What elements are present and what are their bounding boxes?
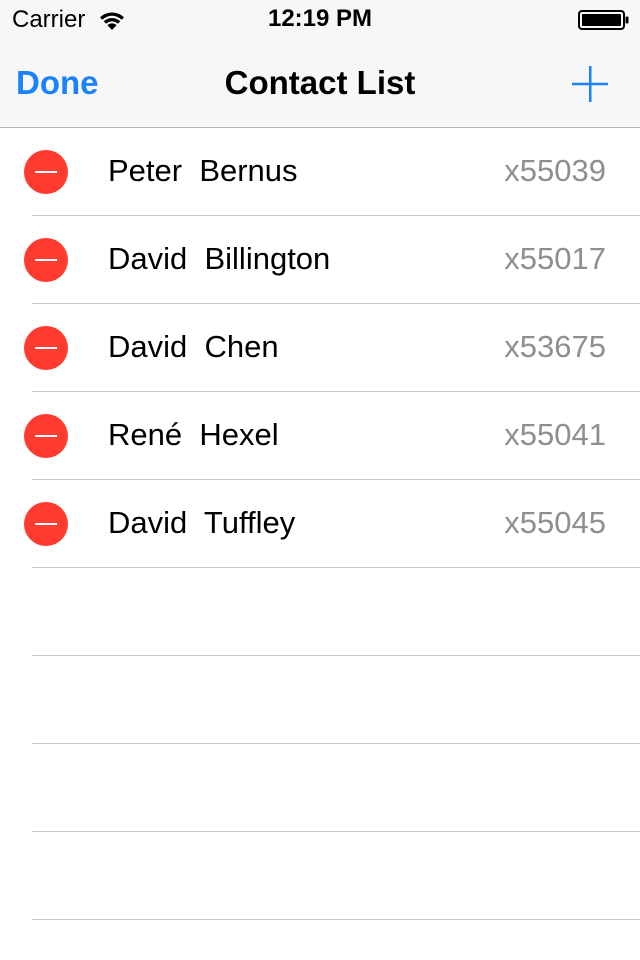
delete-icon[interactable] [24, 326, 68, 370]
navigation-bar: Done Contact List [0, 40, 640, 128]
contact-list: Peter Bernus x55039 David Billington x55… [0, 128, 640, 920]
delete-icon[interactable] [24, 150, 68, 194]
list-item[interactable]: David Chen x53675 [0, 304, 640, 392]
empty-row [0, 832, 640, 920]
contact-extension: x55045 [504, 505, 606, 540]
list-item[interactable]: Peter Bernus x55039 [0, 128, 640, 216]
contact-extension: x55039 [504, 153, 606, 188]
contact-extension: x55017 [504, 241, 606, 276]
done-button[interactable]: Done [16, 64, 99, 102]
contact-extension: x53675 [504, 329, 606, 364]
contact-name: David Billington [108, 241, 331, 276]
contact-name: David Chen [108, 329, 279, 364]
list-item[interactable]: David Tuffley x55045 [0, 480, 640, 568]
empty-row [0, 568, 640, 656]
contact-name: David Tuffley [108, 505, 296, 540]
delete-icon[interactable] [24, 238, 68, 282]
status-time: 12:19 PM [267, 5, 373, 32]
screen: Carrier 12:19 PM Done Contact List Peter… [0, 0, 640, 960]
contact-extension: x55041 [504, 417, 606, 452]
delete-icon[interactable] [24, 414, 68, 458]
empty-row [0, 656, 640, 744]
contact-name: Peter Bernus [108, 153, 298, 188]
top-bars: Carrier 12:19 PM Done Contact List [0, 0, 640, 128]
battery-icon [578, 10, 629, 30]
plus-icon [572, 66, 608, 102]
row-separator [32, 919, 640, 920]
contact-name: René Hexel [108, 417, 279, 452]
delete-icon[interactable] [24, 502, 68, 546]
status-bar: Carrier 12:19 PM [0, 0, 640, 40]
list-item[interactable]: David Billington x55017 [0, 216, 640, 304]
add-contact-button[interactable] [568, 62, 612, 106]
list-item[interactable]: René Hexel x55041 [0, 392, 640, 480]
empty-row [0, 744, 640, 832]
